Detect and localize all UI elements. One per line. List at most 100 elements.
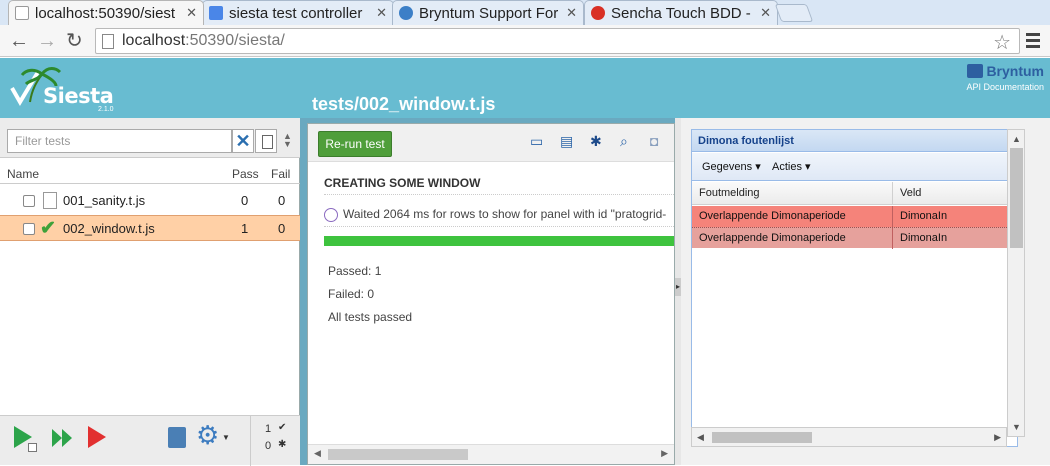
filter-bar: Filter tests ✕ ▲ ▼ bbox=[0, 118, 300, 158]
new-tab-button[interactable] bbox=[774, 4, 814, 22]
sort-toggle-icon[interactable]: ▲ ▼ bbox=[283, 132, 292, 149]
failed-count: 0 bbox=[265, 440, 272, 452]
results-toolbar: Re-run test ▭ ▤ ✱ ⌕ ◘ bbox=[308, 124, 674, 162]
filter-tests-input[interactable]: Filter tests bbox=[7, 129, 232, 153]
api-documentation-link[interactable]: API Documentation bbox=[966, 82, 1044, 92]
test-fail-count: 0 bbox=[278, 221, 286, 236]
rerun-test-button[interactable]: Re-run test bbox=[318, 131, 392, 157]
search-icon[interactable]: ⌕ bbox=[620, 133, 628, 150]
scroll-thumb[interactable] bbox=[1010, 148, 1023, 248]
results-content: CREATING SOME WINDOW Waited 2064 ms for … bbox=[308, 162, 674, 442]
vertical-scrollbar[interactable]: ▲ ▼ bbox=[1007, 129, 1025, 437]
failed-summary: Failed: 0 bbox=[328, 287, 375, 301]
browser-tab-google[interactable]: siesta test controller ✕ bbox=[202, 0, 394, 25]
browser-menu-icon[interactable] bbox=[1026, 33, 1040, 51]
test-checkbox[interactable] bbox=[23, 223, 35, 235]
clock-icon bbox=[324, 207, 338, 222]
document-filter-icon[interactable] bbox=[255, 129, 277, 153]
column-name[interactable]: Name bbox=[7, 167, 39, 181]
progress-fill bbox=[324, 236, 674, 246]
tab-title: siesta test controller bbox=[229, 4, 363, 22]
close-icon[interactable]: ✕ bbox=[760, 5, 771, 21]
bryntum-branding[interactable]: Bryntum API Documentation bbox=[966, 63, 1044, 92]
scroll-up-icon[interactable]: ▲ bbox=[1012, 134, 1021, 144]
bryntum-icon bbox=[399, 6, 413, 20]
source-file-icon[interactable]: ▤ bbox=[560, 133, 573, 150]
tab-title: Sencha Touch BDD - bbox=[611, 4, 751, 22]
passed-check-icon: ✔ bbox=[40, 218, 56, 239]
scroll-right-icon[interactable]: ▶ bbox=[661, 448, 668, 459]
field-cell: DimonaIn bbox=[892, 206, 954, 227]
bryntum-logo[interactable]: Bryntum bbox=[966, 63, 1044, 79]
acties-menu-button[interactable]: Acties ▾ bbox=[772, 160, 811, 173]
test-frame-panel: Dimona foutenlijst Gegevens ▾ Acties ▾ F… bbox=[681, 118, 1050, 465]
page-icon bbox=[15, 6, 29, 20]
scroll-thumb[interactable] bbox=[712, 432, 812, 443]
clear-filter-icon[interactable]: ✕ bbox=[232, 129, 254, 153]
progress-bar bbox=[324, 236, 674, 246]
settings-gear-icon[interactable]: ⚙ bbox=[196, 422, 219, 448]
chevron-down-icon[interactable]: ▼ bbox=[222, 433, 230, 442]
results-panel: Re-run test ▭ ▤ ✱ ⌕ ◘ CREATING SOME WIND… bbox=[307, 123, 675, 465]
browser-toolbar: ← → ↻ localhost:50390/siesta/ ☆ bbox=[0, 25, 1050, 57]
close-icon[interactable]: ✕ bbox=[566, 5, 577, 21]
test-name: 001_sanity.t.js bbox=[63, 193, 146, 208]
table-row[interactable]: Overlappende Dimonaperiode DimonaIn bbox=[692, 206, 1017, 227]
test-checkbox[interactable] bbox=[23, 195, 35, 207]
scroll-down-icon[interactable]: ▼ bbox=[1012, 422, 1021, 432]
column-fail[interactable]: Fail bbox=[271, 167, 290, 181]
divider bbox=[324, 194, 674, 195]
test-pass-count: 0 bbox=[241, 193, 249, 208]
scroll-left-icon[interactable]: ◀ bbox=[697, 432, 704, 443]
record-icon bbox=[591, 6, 605, 20]
scroll-thumb[interactable] bbox=[328, 449, 468, 460]
bug-icon[interactable]: ✱ bbox=[590, 133, 602, 150]
url-path: :50390/siesta/ bbox=[185, 32, 285, 49]
gegevens-menu-button[interactable]: Gegevens ▾ bbox=[702, 160, 761, 173]
documentation-book-icon[interactable] bbox=[168, 427, 186, 448]
footer-divider bbox=[250, 416, 251, 466]
divider bbox=[324, 226, 674, 227]
close-icon[interactable]: ✕ bbox=[186, 5, 197, 21]
bookmark-star-icon[interactable]: ☆ bbox=[993, 30, 1011, 55]
scroll-right-icon[interactable]: ▶ bbox=[994, 432, 1001, 443]
table-row[interactable]: Overlappende Dimonaperiode DimonaIn bbox=[692, 227, 1017, 249]
column-pass[interactable]: Pass bbox=[232, 167, 259, 181]
browser-tab-bryntum-support[interactable]: Bryntum Support For ✕ bbox=[392, 0, 584, 25]
url-host: localhost bbox=[122, 32, 186, 49]
test-row[interactable]: 001_sanity.t.js 0 0 bbox=[0, 188, 300, 214]
page-title: tests/002_window.t.js bbox=[312, 94, 496, 114]
all-passed-summary: All tests passed bbox=[328, 310, 413, 324]
browser-tabstrip: localhost:50390/siest ✕ siesta test cont… bbox=[0, 0, 1050, 25]
scroll-left-icon[interactable]: ◀ bbox=[314, 448, 321, 459]
horizontal-scrollbar[interactable]: ◀ ▶ bbox=[691, 427, 1007, 447]
wait-message: Waited 2064 ms for rows to show for pane… bbox=[324, 207, 666, 222]
column-foutmelding[interactable]: Foutmelding bbox=[699, 187, 760, 199]
run-all-icon[interactable] bbox=[52, 429, 74, 447]
tab-title: localhost:50390/siest bbox=[35, 4, 176, 22]
monitor-icon[interactable]: ▭ bbox=[530, 133, 543, 150]
back-arrow-icon[interactable]: ← bbox=[9, 30, 29, 52]
address-bar[interactable]: localhost:50390/siesta/ ☆ bbox=[95, 28, 1020, 54]
test-list-footer: ⚙ ▼ 1 ✔ 0 ✱ bbox=[0, 415, 300, 466]
check-icon: ✔ bbox=[278, 422, 287, 433]
dimona-grid-panel: Dimona foutenlijst Gegevens ▾ Acties ▾ F… bbox=[691, 129, 1018, 447]
error-message-cell: Overlappende Dimonaperiode bbox=[699, 210, 846, 222]
logo-title: Siesta bbox=[43, 84, 114, 108]
reload-icon[interactable]: ↻ bbox=[66, 30, 83, 52]
horizontal-scrollbar[interactable]: ◀ ▶ bbox=[308, 444, 674, 464]
column-veld[interactable]: Veld bbox=[892, 182, 928, 205]
close-icon[interactable]: ✕ bbox=[376, 5, 387, 21]
panel-title: Dimona foutenlijst bbox=[692, 130, 1017, 152]
app-body: Filter tests ✕ ▲ ▼ Name Pass Fail 001_san… bbox=[0, 118, 1050, 466]
browser-tab-sencha[interactable]: Sencha Touch BDD - ✕ bbox=[584, 0, 778, 25]
passed-summary: Passed: 1 bbox=[328, 264, 382, 278]
test-row-selected[interactable]: ✔ 002_window.t.js 1 0 bbox=[0, 215, 300, 241]
camera-icon[interactable]: ◘ bbox=[650, 133, 658, 149]
browser-tab-localhost[interactable]: localhost:50390/siest ✕ bbox=[8, 0, 204, 25]
forward-arrow-icon[interactable]: → bbox=[37, 30, 57, 52]
test-fail-count: 0 bbox=[278, 193, 286, 208]
tab-title: Bryntum Support For bbox=[419, 4, 559, 22]
run-failed-icon[interactable] bbox=[88, 426, 106, 448]
error-message-cell: Overlappende Dimonaperiode bbox=[699, 232, 846, 244]
